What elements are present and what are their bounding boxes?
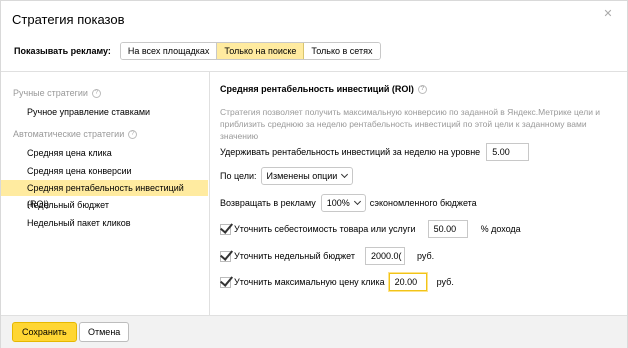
budget-label: Уточнить недельный бюджет [234, 251, 355, 261]
keep-roi-input[interactable]: 5.00 [486, 143, 530, 161]
save-button[interactable]: Сохранить [12, 322, 77, 342]
show-ads-option-search[interactable]: Только на поиске [217, 43, 305, 59]
sidebar-item-avg-cpa[interactable]: Средняя цена конверсии [1, 163, 208, 179]
cost-label: Уточнить себестоимость товара или услуги [234, 224, 416, 234]
goal-select-value: Изменены опции [266, 171, 338, 181]
maxprice-checkbox[interactable] [220, 276, 231, 288]
divider [1, 71, 627, 72]
goal-select[interactable]: Изменены опции [260, 167, 354, 185]
budget-checkbox[interactable] [220, 250, 231, 262]
show-ads-option-networks[interactable]: Только в сетях [304, 43, 380, 59]
budget-suffix: руб. [417, 251, 435, 261]
return-row: Возвращать в рекламу 100% сэкономленного… [220, 194, 477, 212]
chevron-down-icon [353, 197, 361, 206]
strategy-description: Стратегия позволяет получить максимальну… [220, 107, 601, 141]
show-ads-label: Показывать рекламу: [14, 46, 111, 56]
show-ads-segmented: На всех площадках Только на поиске Тольк… [119, 42, 381, 60]
strategy-heading-row: Средняя рентабельность инвестиций (ROI) … [220, 84, 427, 94]
sidebar-item-manual-bids[interactable]: Ручное управление ставками [1, 104, 208, 120]
help-icon[interactable]: ? [91, 88, 101, 98]
maxprice-suffix: руб. [436, 277, 454, 287]
strategy-heading: Средняя рентабельность инвестиций (ROI) [220, 84, 414, 94]
chevron-down-icon [341, 170, 349, 179]
maxprice-label: Уточнить максимальную цену клика [234, 277, 385, 287]
return-label: Возвращать в рекламу [220, 198, 316, 208]
show-ads-option-all[interactable]: На всех площадках [120, 43, 218, 59]
return-select-value: 100% [326, 198, 350, 208]
manual-group-label: Ручные стратегии [13, 88, 88, 98]
dialog-title: Стратегия показов [12, 12, 125, 27]
cost-row: Уточнить себестоимость товара или услуги… [220, 220, 521, 238]
sidebar-item-avg-cpc[interactable]: Средняя цена клика [1, 145, 208, 161]
divider-vertical [209, 72, 210, 315]
goal-label: По цели: [220, 171, 257, 181]
maxprice-input[interactable]: 20.00 [388, 273, 427, 291]
keep-roi-row: Удерживать рентабельность инвестиций за … [220, 143, 530, 161]
help-icon[interactable]: ? [128, 129, 138, 139]
auto-group-header: Автоматические стратегии ? [13, 129, 138, 139]
help-icon[interactable]: ? [417, 84, 427, 94]
sidebar-item-weekly-budget[interactable]: Недельный бюджет [1, 197, 208, 213]
cost-checkbox[interactable] [220, 223, 231, 235]
cost-suffix: % дохода [480, 224, 521, 234]
sidebar-item-weekly-clicks[interactable]: Недельный пакет кликов [1, 215, 208, 231]
keep-roi-label: Удерживать рентабельность инвестиций за … [220, 147, 481, 157]
goal-row: По цели: Изменены опции [220, 167, 354, 185]
cost-input[interactable]: 50.00 [427, 220, 468, 238]
auto-group-label: Автоматические стратегии [13, 129, 125, 139]
sidebar-item-avg-roi[interactable]: Средняя рентабельность инвестиций (ROI) [1, 180, 208, 209]
show-ads-row: Показывать рекламу: На всех площадках То… [14, 42, 381, 60]
manual-group-header: Ручные стратегии ? [13, 88, 101, 98]
budget-input[interactable]: 2000.0( [365, 247, 405, 265]
strategy-dialog: Стратегия показов ✕ Показывать рекламу: … [0, 0, 628, 348]
close-icon[interactable]: ✕ [603, 9, 613, 20]
maxprice-row: Уточнить максимальную цену клика 20.00 р… [220, 273, 454, 291]
budget-row: Уточнить недельный бюджет 2000.0( руб. [220, 247, 434, 265]
cancel-button[interactable]: Отмена [79, 322, 130, 342]
return-suffix: сэкономленного бюджета [369, 198, 477, 208]
return-select[interactable]: 100% [320, 194, 366, 212]
